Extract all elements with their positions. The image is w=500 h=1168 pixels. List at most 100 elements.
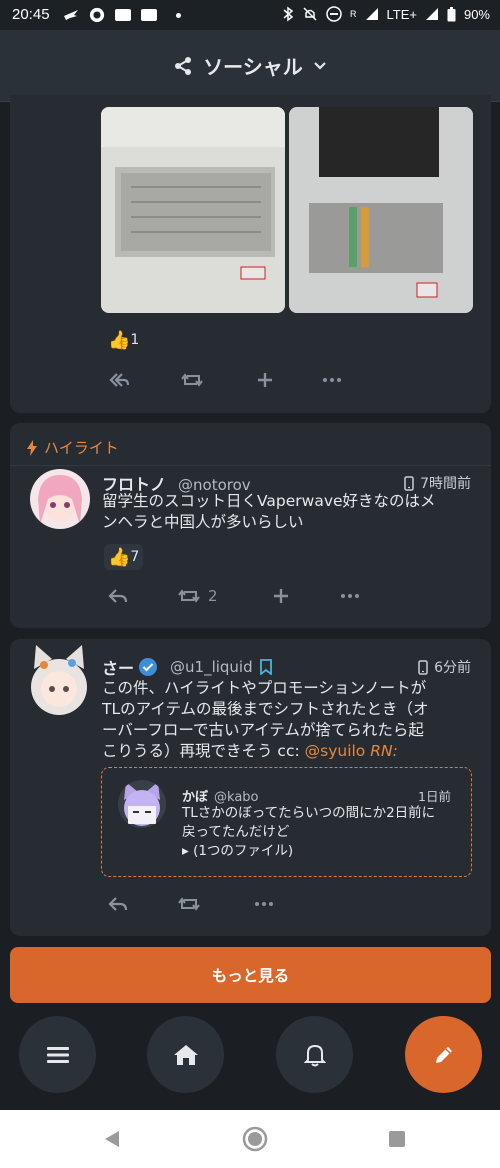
reply-icon (108, 897, 128, 911)
avatar[interactable] (28, 645, 90, 715)
note-time[interactable]: 7時間前 (404, 473, 471, 493)
ellipsis-icon (323, 378, 341, 382)
display-name[interactable]: さー (102, 655, 134, 679)
status-bar: 20:45 R LTE+ 90% (0, 0, 500, 30)
notifications-button[interactable] (276, 1016, 353, 1093)
retweet-icon (178, 897, 200, 911)
highlight-label: ハイライト (26, 437, 119, 458)
timeline-selector[interactable]: ソーシャル (173, 51, 327, 80)
bolt-icon (27, 439, 37, 456)
react-button[interactable] (272, 587, 290, 605)
mention-link[interactable]: @syuilo (305, 742, 366, 760)
file-toggle[interactable]: ▸ (1つのファイル) (182, 842, 452, 861)
reaction-count: 1 (130, 332, 140, 348)
plus-icon (274, 589, 288, 603)
retweet-icon (181, 373, 203, 387)
bluetooth-icon (283, 6, 294, 22)
bell-icon (303, 1044, 326, 1066)
verified-badge-icon (139, 658, 158, 676)
bookmark-icon (259, 659, 272, 675)
quote-username[interactable]: @kabo (214, 790, 258, 805)
building-sign-photo (289, 107, 473, 313)
reaction-like[interactable]: 👍 1 (104, 327, 143, 353)
sign-photo (101, 107, 285, 313)
home-nav-icon[interactable] (242, 1126, 268, 1152)
note-footer: 2 (108, 587, 408, 611)
note-footer (108, 371, 408, 395)
reaction-like[interactable]: 👍 7 (104, 544, 144, 570)
note-text: 留学生のスコット日くVaperwave好きなのはメ ンヘラと中国人が多いらしい (102, 491, 480, 533)
status-time: 20:45 (12, 6, 50, 23)
avatar-image (118, 780, 166, 828)
hamburger-icon (46, 1046, 69, 1063)
chevron-down-icon (314, 61, 326, 70)
system-nav-bar (0, 1110, 500, 1168)
mute-icon (303, 7, 317, 21)
home-button[interactable] (147, 1016, 224, 1093)
network-type: LTE+ (386, 6, 417, 22)
compose-button[interactable] (405, 1016, 482, 1093)
app-icon (89, 7, 105, 23)
avatar[interactable] (30, 469, 90, 529)
note-text-line: この件、ハイライトやプロモーションノートが (102, 679, 427, 697)
note-text-line: 留学生のスコット日くVaperwave好きなのはメ (102, 492, 436, 510)
reaction-emoji: 👍 (108, 329, 131, 351)
time-label: 7時間前 (420, 476, 471, 492)
note-text-line: ーバーフローで古いアイテムが捨てられたら起 (102, 721, 424, 739)
signal-icon (365, 8, 378, 20)
load-more-button[interactable]: もっと見る (10, 947, 491, 1003)
more-button[interactable] (340, 587, 360, 605)
quote-display-name[interactable]: かぼ (182, 790, 208, 805)
note-time[interactable]: 6分前 (418, 657, 471, 677)
back-icon[interactable] (102, 1129, 122, 1149)
renote-button[interactable]: 2 (178, 587, 218, 605)
note-text-line: こりうる）再現できそう cc: @syuilo RN: (102, 741, 480, 762)
reply-all-icon (109, 373, 130, 387)
rn-label: RN: (370, 742, 398, 760)
plus-icon (258, 373, 272, 387)
quote-text-line: TLさかのぼってたらいつの間にか2日前に (182, 805, 436, 821)
highlight-text: ハイライト (44, 439, 119, 457)
divider (10, 465, 491, 466)
avatar-image (30, 469, 90, 529)
highlight-note-card: ハイライト フロトノ @notorov 7時間前 留学生のスコット日くVaper… (10, 423, 491, 628)
note-text-segment: こりうる）再現できそう cc: (102, 742, 305, 760)
attached-image[interactable] (289, 107, 473, 313)
note-card: さー @u1_liquid 6分前 この件、ハイライトやプロモーションノートが … (10, 639, 491, 936)
react-button[interactable] (256, 371, 274, 389)
renote-count: 2 (208, 587, 218, 605)
reply-button[interactable] (108, 587, 128, 605)
retweet-icon (178, 589, 200, 603)
mobile-icon (418, 659, 428, 675)
roaming-indicator: R (350, 9, 357, 19)
reply-button[interactable] (108, 895, 128, 913)
more-button[interactable] (254, 895, 274, 913)
bird-icon (64, 10, 78, 20)
reply-button[interactable] (108, 371, 130, 389)
home-icon (173, 1044, 198, 1065)
menu-button[interactable] (19, 1016, 96, 1093)
reaction-emoji: 👍 (108, 546, 131, 568)
quoted-note[interactable]: かぼ @kabo 1日前 TLさかのぼってたらいつの間にか2日前に 戻ってたんだけ… (101, 767, 472, 877)
avatar-image (31, 645, 87, 715)
quote-time[interactable]: 1日前 (418, 786, 451, 805)
quote-avatar[interactable] (118, 780, 166, 828)
app-header: ソーシャル (0, 30, 500, 102)
more-button[interactable] (322, 371, 342, 389)
note-text: この件、ハイライトやプロモーションノートが TLのアイテムの最後までシフトされた… (102, 678, 480, 762)
note-header: さー @u1_liquid (102, 655, 273, 679)
battery-level: 90% (463, 6, 490, 22)
recents-icon[interactable] (387, 1129, 407, 1149)
page-title: ソーシャル (203, 55, 303, 79)
username[interactable]: @u1_liquid (170, 658, 253, 676)
renote-button[interactable] (181, 371, 203, 389)
attached-image[interactable] (101, 107, 285, 313)
note-text-line: TLのアイテムの最後までシフトされたとき（オ (102, 700, 429, 718)
dnd-icon (326, 6, 342, 22)
ellipsis-icon (255, 902, 273, 906)
renote-button[interactable] (178, 895, 200, 913)
pencil-icon (435, 1046, 452, 1063)
more-notifications-dot (176, 12, 181, 18)
quote-author: かぼ @kabo (182, 786, 259, 805)
app-icon-3 (141, 9, 157, 21)
